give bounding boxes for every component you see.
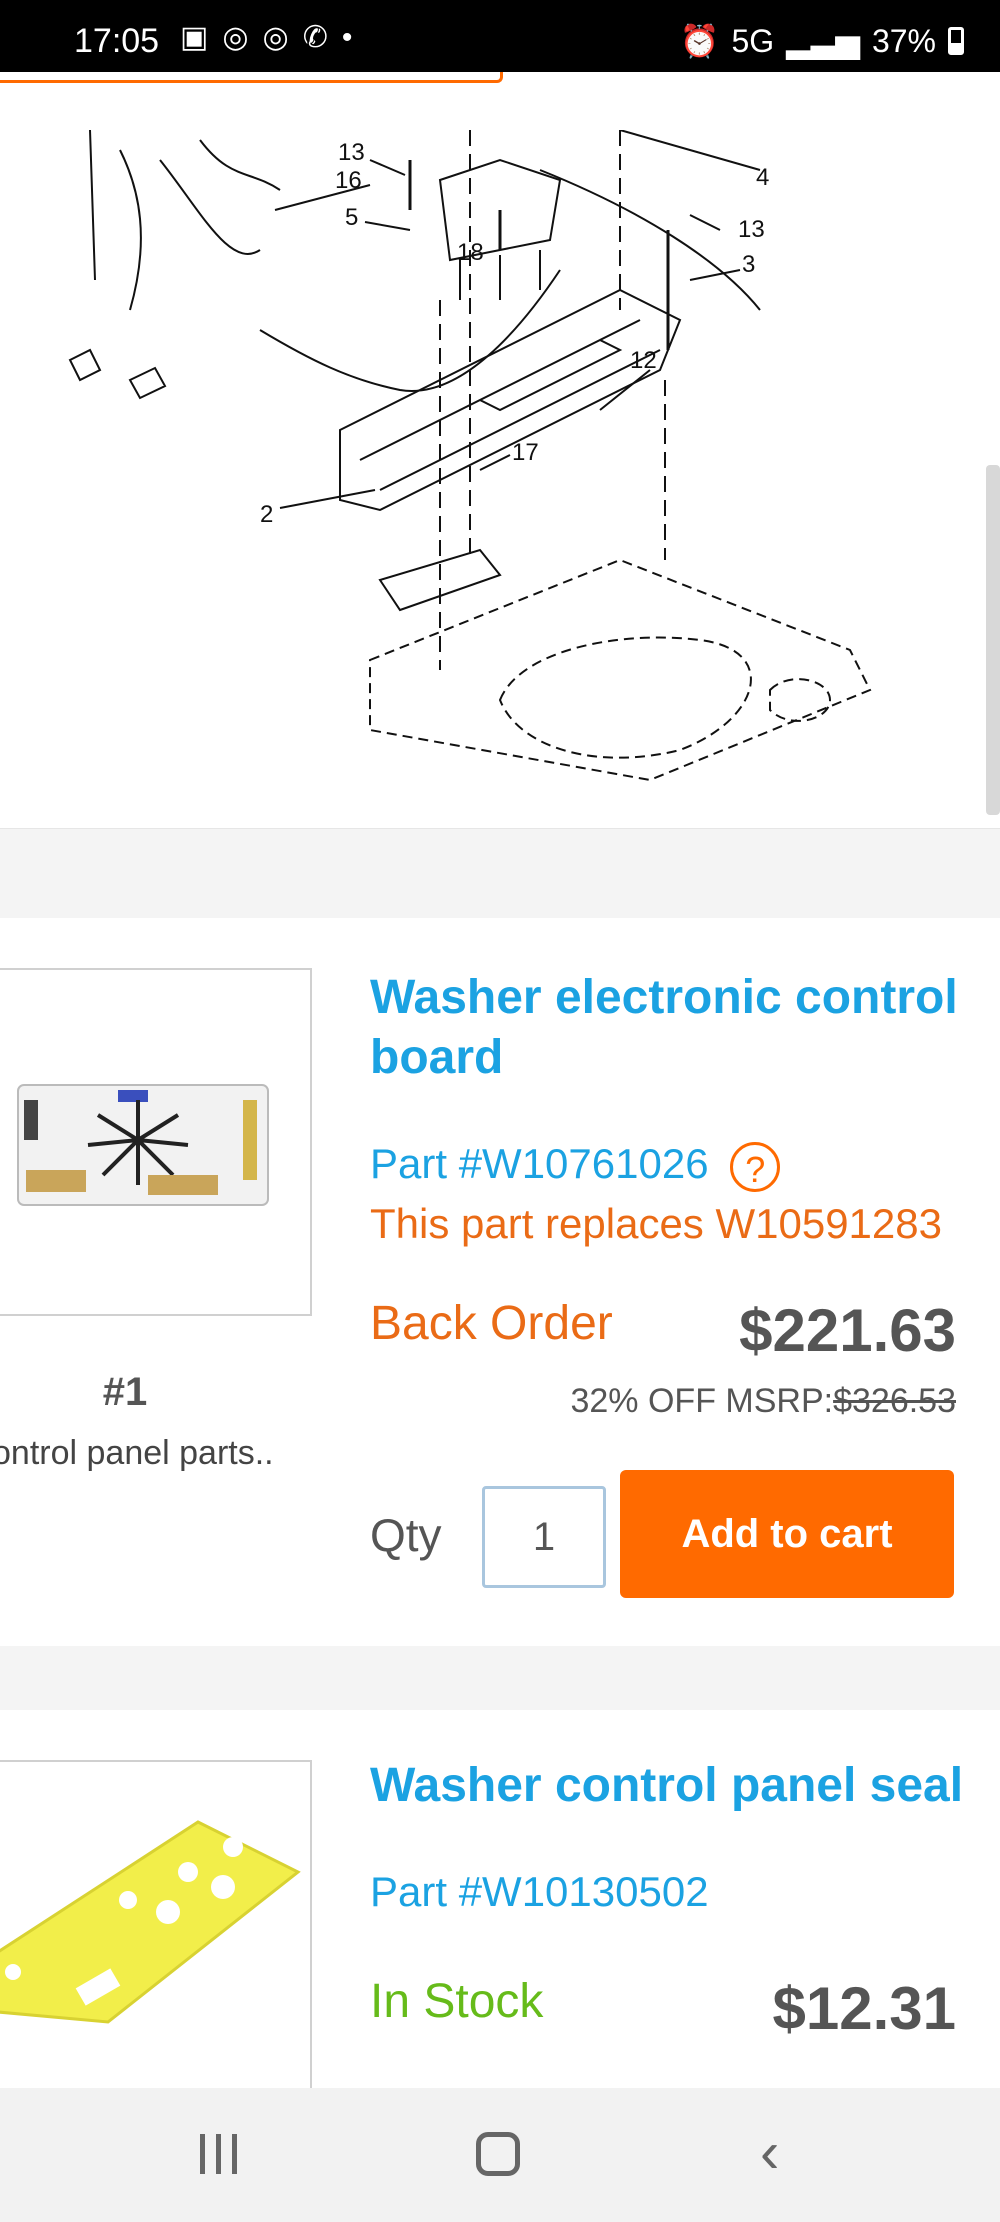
voicemail-icon: ◎◎ bbox=[222, 21, 303, 54]
quantity-input[interactable]: 1 bbox=[482, 1486, 606, 1588]
diagram-scrollbar[interactable] bbox=[986, 465, 1000, 815]
parts-diagram[interactable]: 13 16 5 18 4 13 3 12 17 2 bbox=[0, 130, 1000, 828]
callout-18: 18 bbox=[457, 239, 484, 266]
callout-5: 5 bbox=[345, 204, 358, 231]
help-icon[interactable]: ? bbox=[730, 1141, 781, 1192]
search-strip bbox=[0, 72, 1000, 130]
part-number[interactable]: Part #W10761026 bbox=[370, 1140, 709, 1187]
msrp-price: $326.53 bbox=[833, 1382, 956, 1420]
price: $221.63 bbox=[739, 1297, 956, 1364]
price: $12.31 bbox=[772, 1975, 956, 2042]
replaces-note: This part replaces W10591283 bbox=[370, 1200, 942, 1247]
status-time: 17:05 bbox=[74, 22, 160, 60]
part-number-row: Part #W10761026 ? bbox=[370, 1140, 781, 1192]
product-title[interactable]: Washer control panel seal bbox=[370, 1756, 970, 1816]
navigation-bar: ‹ bbox=[0, 2088, 1000, 2222]
back-icon[interactable]: ‹ bbox=[760, 2124, 779, 2182]
recents-icon[interactable] bbox=[200, 2134, 240, 2174]
image-caption: ontrol panel parts.. bbox=[0, 1434, 274, 1472]
home-icon[interactable] bbox=[476, 2132, 520, 2176]
callout-4: 4 bbox=[756, 164, 769, 191]
product-card: #1 ontrol panel parts.. Washer electroni… bbox=[0, 918, 1000, 1646]
signal-icon: ▂▃▅ bbox=[786, 23, 860, 59]
callout-16: 16 bbox=[335, 167, 362, 194]
qty-label: Qty bbox=[370, 1509, 442, 1561]
gallery-icon: ▣ bbox=[180, 21, 223, 54]
part-number[interactable]: Part #W10130502 bbox=[370, 1868, 709, 1916]
product-title[interactable]: Washer electronic control board bbox=[370, 968, 970, 1088]
control-board-image bbox=[17, 1084, 269, 1206]
callout-12: 12 bbox=[630, 347, 657, 374]
dot-icon: • bbox=[341, 21, 367, 54]
availability-status: Back Order bbox=[370, 1297, 613, 1350]
add-to-cart-button[interactable]: Add to cart bbox=[620, 1470, 954, 1598]
notification-icons: ▣◎◎✆• bbox=[180, 20, 366, 55]
viber-icon: ✆ bbox=[302, 21, 342, 54]
callout-17: 17 bbox=[512, 439, 539, 466]
product-card: Washer control panel seal Part #W1013050… bbox=[0, 1710, 1000, 2160]
network-label: 5G bbox=[731, 22, 775, 59]
callout-13-right: 13 bbox=[738, 216, 765, 243]
battery-label: 37% bbox=[871, 22, 936, 59]
battery-icon bbox=[948, 27, 964, 55]
status-right: ⏰ 5G ▂▃▅ 37% bbox=[680, 22, 964, 60]
popularity-rank: #1 bbox=[102, 1370, 148, 1414]
discount-label: 32% OFF MSRP: bbox=[570, 1382, 834, 1420]
callout-3: 3 bbox=[742, 251, 755, 278]
discount-info: 32% OFF MSRP:$326.53 bbox=[570, 1382, 956, 1421]
search-box-edge[interactable] bbox=[0, 72, 503, 83]
parts-diagram-card: 13 16 5 18 4 13 3 12 17 2 bbox=[0, 130, 1000, 829]
alarm-icon: ⏰ bbox=[679, 23, 720, 59]
product-image[interactable] bbox=[0, 968, 312, 1316]
status-bar: 17:05 ▣◎◎✆• ⏰ 5G ▂▃▅ 37% bbox=[0, 0, 1000, 72]
callout-13-top: 13 bbox=[338, 139, 365, 166]
availability-status: In Stock bbox=[370, 1975, 544, 2028]
callout-2: 2 bbox=[260, 501, 273, 528]
